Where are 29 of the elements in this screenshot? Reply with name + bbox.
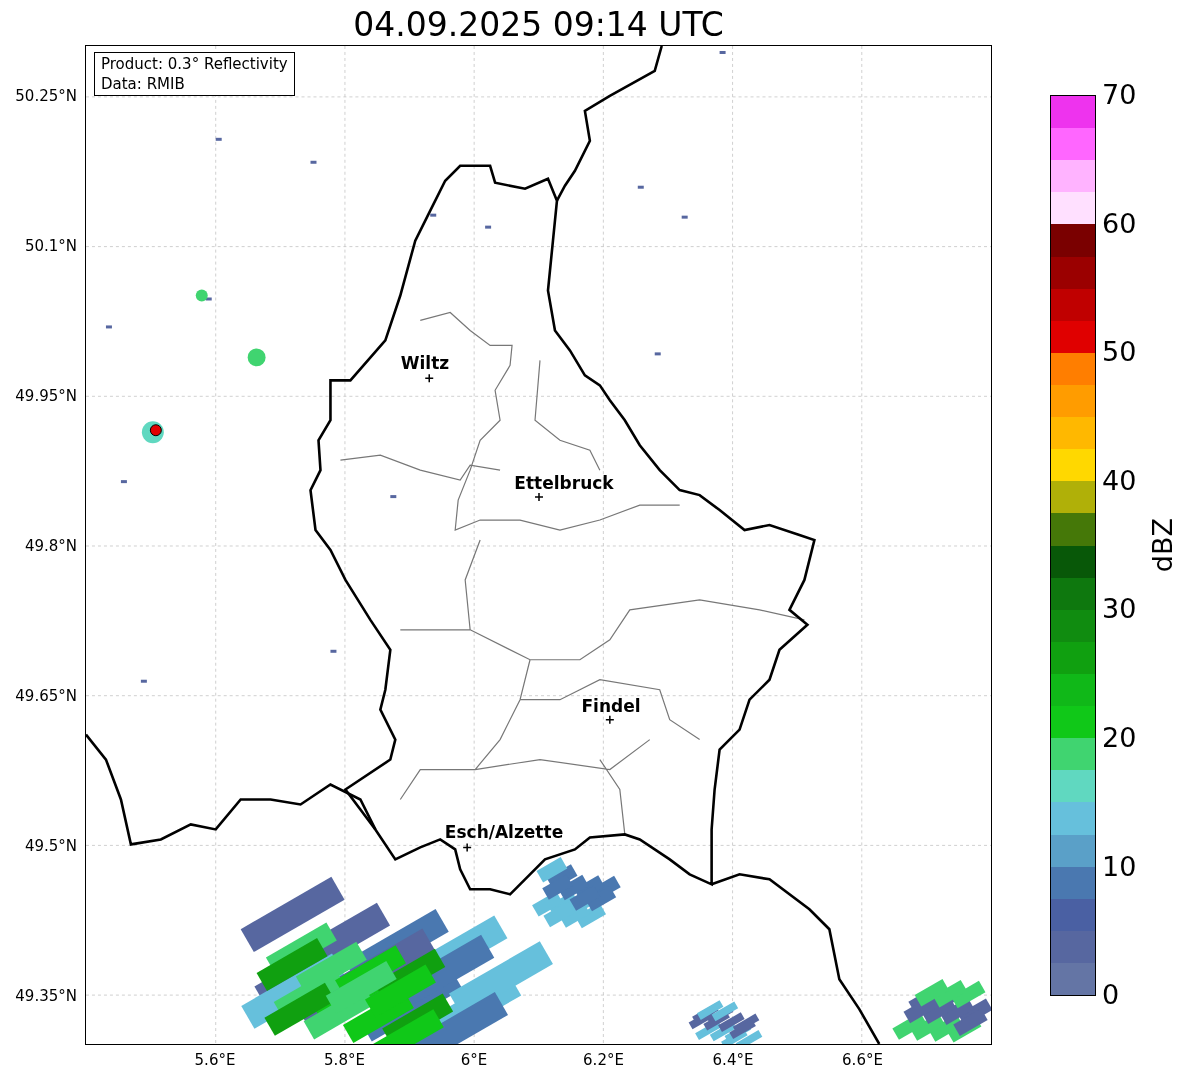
longitude-label: 6.2°E [583, 1051, 624, 1069]
place-label: Findel [581, 696, 641, 716]
colorbar-tick-label: 50 [1102, 337, 1137, 368]
place-label: Ettelbruck [514, 473, 614, 493]
longitude-label: 6.4°E [712, 1051, 754, 1069]
colorbar-tick-label: 60 [1102, 208, 1137, 239]
place-label: Esch/Alzette [444, 822, 564, 842]
colorbar-tick-label: 40 [1102, 465, 1137, 496]
latitude-label: 49.35°N [15, 987, 77, 1005]
latitude-label: 49.8°N [24, 537, 77, 555]
longitude-label: 6.6°E [842, 1051, 883, 1069]
colorbar-tick-label: 30 [1102, 594, 1137, 625]
latitude-label: 50.1°N [24, 237, 77, 255]
place-label: Wiltz [400, 353, 450, 373]
longitude-label: 6°E [460, 1051, 488, 1069]
colorbar-tick-label: 0 [1102, 980, 1120, 1011]
colorbar-tick-label: 10 [1102, 851, 1137, 882]
legend-text: Product: 0.3° Reflectivity [101, 54, 288, 74]
colorbar-tick-label: 20 [1102, 723, 1137, 753]
colorbar-title: dBZ [1148, 517, 1178, 573]
latitude-label: 49.95°N [15, 387, 77, 405]
latitude-label: 49.5°N [24, 837, 77, 855]
colorbar-tick-label: 70 [1102, 80, 1137, 110]
latitude-label: 50.25°N [15, 87, 77, 105]
longitude-label: 5.8°E [324, 1051, 365, 1069]
legend-text: Data: RMIB [101, 74, 186, 94]
chart-title: 04.09.2025 09:14 UTC [353, 5, 724, 45]
longitude-label: 5.6°E [194, 1051, 236, 1069]
latitude-label: 49.65°N [15, 687, 77, 705]
